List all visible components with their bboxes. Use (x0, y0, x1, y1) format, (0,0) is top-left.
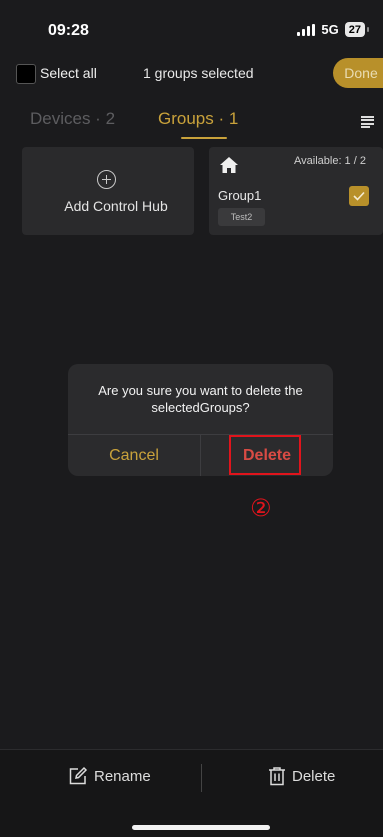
delete-button[interactable]: Delete (268, 766, 335, 786)
checkmark-icon (353, 191, 365, 201)
app-screen: 09:28 5G 27 Select all 1 groups selected… (0, 0, 383, 837)
tab-groups[interactable]: Groups · 1 (158, 109, 238, 129)
rename-label: Rename (94, 767, 151, 785)
group-select-checkbox[interactable] (349, 186, 369, 206)
cancel-button[interactable]: Cancel (68, 435, 200, 476)
add-control-hub-label[interactable]: Add Control Hub (0, 198, 232, 214)
available-count: Available: 1 / 2 (294, 155, 366, 167)
active-tab-indicator (181, 137, 227, 139)
list-menu-icon[interactable] (361, 116, 374, 128)
trash-icon (269, 767, 285, 786)
status-indicators: 5G 27 (297, 22, 370, 37)
selected-count: 1 groups selected (143, 65, 254, 81)
status-bar: 09:28 5G 27 (0, 0, 383, 56)
selection-bar: Select all 1 groups selected Done (0, 56, 383, 92)
home-icon (220, 157, 238, 173)
signal-icon (297, 23, 316, 36)
status-time: 09:28 (48, 22, 89, 39)
annotation-highlight-box (229, 435, 301, 475)
group-tag: Test2 (218, 208, 265, 226)
bottom-bar-divider (201, 764, 202, 792)
tab-devices[interactable]: Devices · 2 (30, 109, 115, 129)
network-label: 5G (321, 22, 339, 37)
battery-icon: 27 (344, 22, 370, 37)
done-button[interactable]: Done (333, 58, 383, 88)
add-control-hub-card[interactable] (22, 147, 194, 235)
group-name: Group1 (218, 188, 262, 203)
delete-label: Delete (292, 767, 336, 785)
annotation-step-marker: ② (250, 495, 272, 522)
rename-button[interactable]: Rename (68, 766, 151, 786)
edit-icon (69, 766, 88, 785)
dialog-message: Are you sure you want to delete the sele… (98, 383, 303, 415)
select-all-checkbox[interactable] (16, 64, 36, 84)
add-circle-icon[interactable] (97, 170, 116, 189)
bottom-action-bar: Rename Delete (0, 750, 383, 837)
tab-bar: Devices · 2 Groups · 1 (0, 102, 383, 142)
home-indicator (132, 825, 270, 830)
select-all-label[interactable]: Select all (40, 65, 97, 81)
